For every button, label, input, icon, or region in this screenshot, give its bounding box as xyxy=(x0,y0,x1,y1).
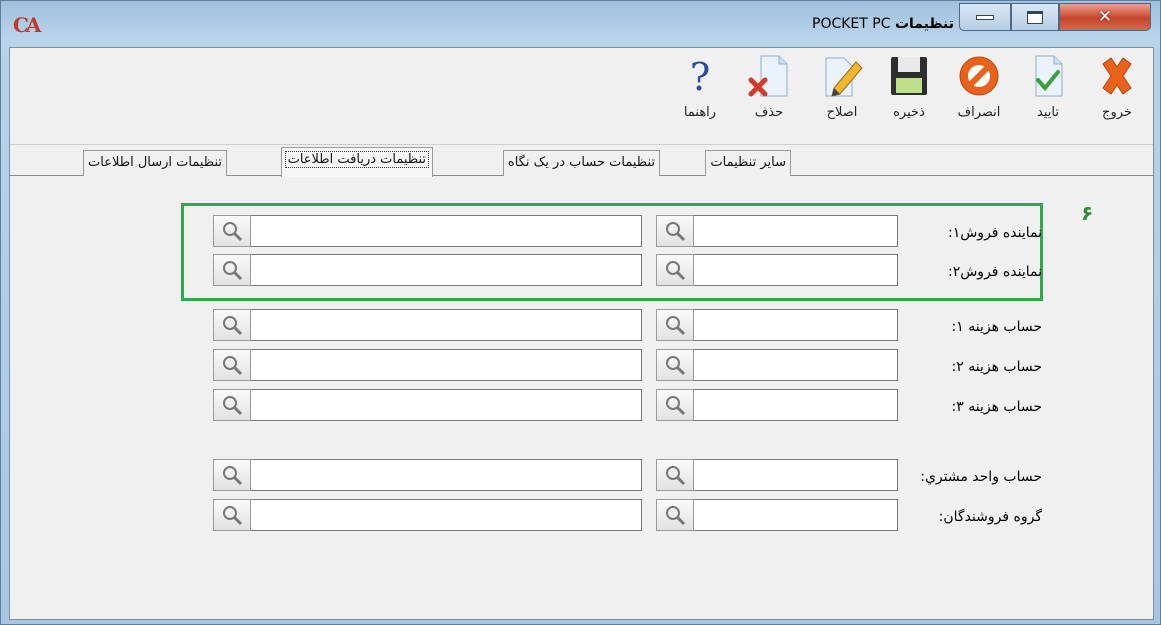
field-label: حساب هزینه ۳: xyxy=(951,399,1042,415)
code-lookup-button[interactable] xyxy=(656,254,694,286)
exit-button-label: خروج xyxy=(1102,105,1132,120)
delete-icon xyxy=(748,55,788,97)
tab-other-settings[interactable]: سایر تنظیمات xyxy=(705,150,791,176)
edit-button-label: اصلاح xyxy=(826,105,858,120)
minimize-button[interactable] xyxy=(959,3,1011,31)
exit-x-icon xyxy=(1102,57,1132,95)
window-title: POCKET PC تنظیمات xyxy=(812,16,954,32)
tab-receive-settings[interactable]: تنظیمات دریافت اطلاعات xyxy=(280,147,433,177)
search-icon xyxy=(666,261,686,281)
tab-accounts-overview[interactable]: تنظیمات حساب در یک نگاه xyxy=(502,150,660,176)
app-logo: CA xyxy=(13,13,41,37)
tab-accounts-overview-label: تنظیمات حساب در یک نگاه xyxy=(507,155,655,170)
code-lookup-button[interactable] xyxy=(656,349,694,381)
tab-send-settings-label: تنظیمات ارسال اطلاعات xyxy=(88,155,222,170)
search-icon xyxy=(223,466,243,486)
name-lookup-button[interactable] xyxy=(213,389,251,421)
svg-text:?: ? xyxy=(690,55,710,98)
receive-settings-panel: ۶ نماینده فروش۱: نماینده فروش۲: حساب هزی… xyxy=(10,177,1153,621)
confirm-check-icon xyxy=(1035,55,1063,97)
field-label: حساب واحد مشتري: xyxy=(920,469,1042,485)
search-icon xyxy=(223,261,243,281)
field-label: نماینده فروش۲: xyxy=(947,264,1042,280)
name-input[interactable] xyxy=(250,459,642,491)
save-button-label: ذخیره xyxy=(893,105,925,120)
cancel-button-label: انصراف xyxy=(957,105,1001,120)
name-input[interactable] xyxy=(250,254,642,286)
name-input[interactable] xyxy=(250,215,642,247)
code-input[interactable] xyxy=(692,215,898,247)
name-input[interactable] xyxy=(250,499,642,531)
code-lookup-button[interactable] xyxy=(656,389,694,421)
code-input[interactable] xyxy=(692,459,898,491)
window-title-brand: POCKET PC xyxy=(812,16,891,32)
save-button[interactable]: ذخیره xyxy=(883,54,935,142)
search-icon xyxy=(666,222,686,242)
code-input[interactable] xyxy=(692,389,898,421)
close-icon: ✕ xyxy=(1097,7,1113,27)
help-icon: ? xyxy=(690,55,710,98)
edit-button[interactable]: اصلاح xyxy=(816,54,868,142)
delete-button-label: حذف xyxy=(754,105,784,120)
tab-receive-settings-label: تنظیمات دریافت اطلاعات xyxy=(284,151,430,168)
field-label: نماینده فروش۱: xyxy=(947,225,1042,241)
search-icon xyxy=(223,356,243,376)
search-icon xyxy=(223,316,243,336)
name-lookup-button[interactable] xyxy=(213,459,251,491)
search-icon xyxy=(666,396,686,416)
code-lookup-button[interactable] xyxy=(656,499,694,531)
confirm-button-label: تایید xyxy=(1037,105,1059,120)
tab-send-settings[interactable]: تنظیمات ارسال اطلاعات xyxy=(83,150,227,176)
help-button-label: راهنما xyxy=(683,105,717,120)
code-input[interactable] xyxy=(692,309,898,341)
code-lookup-button[interactable] xyxy=(656,215,694,247)
exit-button[interactable]: خروج xyxy=(1091,54,1143,142)
name-lookup-button[interactable] xyxy=(213,349,251,381)
search-icon xyxy=(223,396,243,416)
save-floppy-icon xyxy=(891,57,927,95)
code-input[interactable] xyxy=(692,499,898,531)
edit-pencil-icon xyxy=(825,57,863,97)
confirm-button[interactable]: تایید xyxy=(1022,54,1074,142)
name-lookup-button[interactable] xyxy=(213,215,251,247)
name-input[interactable] xyxy=(250,389,642,421)
help-button[interactable]: ? راهنما xyxy=(674,54,726,142)
search-icon xyxy=(223,506,243,526)
minimize-icon xyxy=(976,14,994,20)
cancel-prohibit-icon xyxy=(959,56,999,96)
search-icon xyxy=(666,506,686,526)
name-lookup-button[interactable] xyxy=(213,254,251,286)
window-title-label: تنظیمات xyxy=(894,16,954,32)
field-label: حساب هزینه ۲: xyxy=(951,359,1042,375)
toolbar: خروج تایید انصراف ذخیره اصلاح حذف ? راهن… xyxy=(10,48,1153,145)
application-window: CA POCKET PC تنظیمات ✕ خروج تایید انصراف… xyxy=(0,0,1161,625)
name-input[interactable] xyxy=(250,309,642,341)
search-icon xyxy=(666,356,686,376)
section-number: ۶ xyxy=(1081,201,1094,225)
close-button[interactable]: ✕ xyxy=(1059,3,1151,31)
title-bar[interactable]: CA POCKET PC تنظیمات ✕ xyxy=(1,1,1161,47)
search-icon xyxy=(666,316,686,336)
code-lookup-button[interactable] xyxy=(656,459,694,491)
code-input[interactable] xyxy=(692,349,898,381)
field-label: حساب هزینه ۱: xyxy=(951,319,1042,335)
maximize-button[interactable] xyxy=(1011,3,1059,31)
client-area: خروج تایید انصراف ذخیره اصلاح حذف ? راهن… xyxy=(9,47,1154,620)
delete-button[interactable]: حذف xyxy=(743,54,795,142)
tab-strip: سایر تنظیمات تنظیمات حساب در یک نگاه تنظ… xyxy=(10,146,1153,177)
name-lookup-button[interactable] xyxy=(213,499,251,531)
code-input[interactable] xyxy=(692,254,898,286)
field-label: گروه فروشندگان: xyxy=(938,509,1042,525)
code-lookup-button[interactable] xyxy=(656,309,694,341)
search-icon xyxy=(666,466,686,486)
name-lookup-button[interactable] xyxy=(213,309,251,341)
name-input[interactable] xyxy=(250,349,642,381)
search-icon xyxy=(223,222,243,242)
tab-other-settings-label: سایر تنظیمات xyxy=(710,155,786,170)
cancel-button[interactable]: انصراف xyxy=(953,54,1005,142)
maximize-icon xyxy=(1027,10,1043,24)
